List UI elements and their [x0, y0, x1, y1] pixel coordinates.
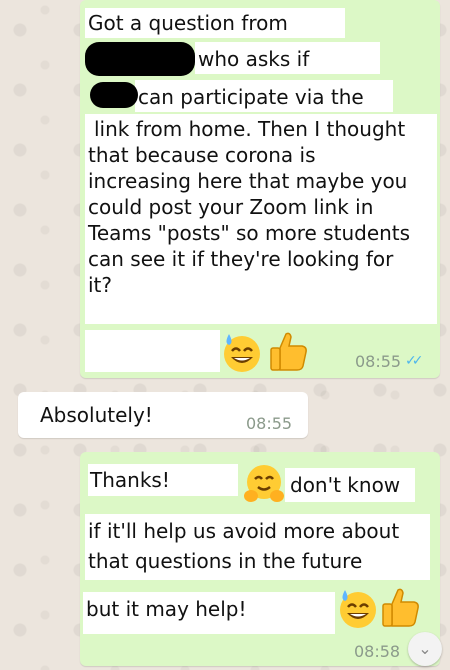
message-line: but it may help! [86, 597, 247, 621]
outgoing-message-bubble[interactable]: Got a question from who asks if can part… [80, 0, 440, 378]
message-line: Thanks! [90, 468, 170, 492]
message-line: can see it if they're looking for [88, 247, 394, 271]
sweat-smile-emoji [340, 590, 376, 628]
thumbs-up-emoji [382, 588, 419, 627]
message-line: who asks if [198, 47, 310, 71]
message-line: that questions in the future [88, 549, 363, 573]
message-line: it? [88, 273, 113, 297]
message-line: that because corona is [88, 143, 316, 167]
message-line: can participate via the [138, 85, 364, 109]
message-line: don't know [290, 473, 401, 497]
message-time: 08:55 [355, 352, 402, 371]
message-line: if it'll help us avoid more about [88, 519, 400, 543]
message-text: Absolutely! [40, 403, 153, 427]
thumbs-up-emoji [270, 332, 307, 371]
message-line: link from home. Then I thought [94, 117, 406, 141]
message-time: 08:58 [354, 642, 401, 661]
hugging-emoji [244, 465, 284, 502]
incoming-message-bubble[interactable]: Absolutely! 08:55 [18, 392, 308, 438]
outgoing-message-bubble[interactable]: Thanks! don't know if it'll help us avoi… [80, 452, 440, 666]
redacted-name-2 [90, 82, 138, 108]
scroll-to-bottom-button[interactable]: ⌄ [408, 632, 442, 666]
message-line: could post your Zoom link in [88, 195, 374, 219]
message-time: 08:55 [246, 414, 293, 433]
sweat-smile-emoji [224, 334, 260, 372]
message-line: increasing here that maybe you [88, 169, 408, 193]
message-line: Got a question from [88, 11, 288, 35]
redacted-name [85, 42, 195, 76]
message-line: Teams "posts" so more students [88, 221, 411, 245]
chevron-down-icon: ⌄ [418, 639, 432, 658]
double-check-read-icon: ✓✓ [405, 353, 424, 369]
